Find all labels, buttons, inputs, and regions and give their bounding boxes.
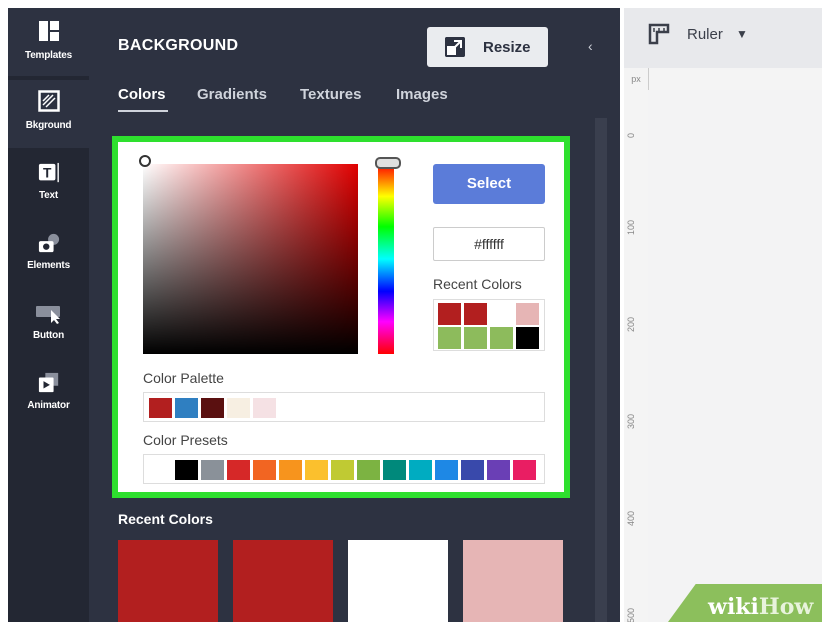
rail-item-text[interactable]: T Text xyxy=(8,154,89,222)
hex-color-input[interactable] xyxy=(433,227,545,261)
collapse-panel-icon[interactable]: ‹ xyxy=(588,38,593,54)
color-presets-row xyxy=(143,454,545,484)
preset-swatch[interactable] xyxy=(487,460,510,480)
select-button[interactable]: Select xyxy=(433,164,545,204)
ruler-tick-label: 400 xyxy=(626,510,636,526)
recent-color-swatch[interactable] xyxy=(490,303,513,325)
recent-color-swatch[interactable] xyxy=(438,303,461,325)
color-palette-row xyxy=(143,392,545,422)
background-panel: BACKGROUND Resize ‹ Colors Gradients Tex… xyxy=(89,8,620,622)
preset-swatch[interactable] xyxy=(331,460,354,480)
rail-label-text: Text xyxy=(38,190,59,201)
panel-scrollbar[interactable] xyxy=(595,118,607,622)
recent-color-large-swatch[interactable] xyxy=(118,540,218,622)
templates-icon xyxy=(39,21,59,41)
recent-color-large-swatch[interactable] xyxy=(348,540,448,622)
ruler-tick-label: 300 xyxy=(626,413,636,429)
preset-swatch[interactable] xyxy=(201,460,224,480)
hue-slider[interactable] xyxy=(378,164,394,354)
recent-colors-grid xyxy=(433,299,545,351)
tab-colors[interactable]: Colors xyxy=(118,86,166,103)
elements-icon xyxy=(38,233,60,253)
tab-images[interactable]: Images xyxy=(396,86,448,103)
canvas-workarea[interactable] xyxy=(648,90,822,622)
tab-textures[interactable]: Textures xyxy=(300,86,361,103)
vertical-ruler: 0 100 200 300 400 500 xyxy=(624,68,649,622)
saturation-value-square[interactable] xyxy=(143,164,358,354)
ruler-tick-label: 100 xyxy=(626,219,636,235)
recent-color-swatch[interactable] xyxy=(516,327,539,349)
wikihow-watermark: wikiHow xyxy=(708,594,814,620)
rail-item-button[interactable]: Button xyxy=(8,294,89,362)
preset-swatch[interactable] xyxy=(253,460,276,480)
rail-item-animator[interactable]: Animator xyxy=(8,364,89,432)
panel-title: BACKGROUND xyxy=(118,37,239,54)
button-icon xyxy=(36,306,60,324)
preset-swatch[interactable] xyxy=(175,460,198,480)
resize-label: Resize xyxy=(483,39,531,56)
ruler-icon xyxy=(648,23,670,45)
palette-swatch[interactable] xyxy=(227,398,250,418)
recent-color-large-swatch[interactable] xyxy=(463,540,563,622)
rail-label-background: Bkground xyxy=(25,120,72,131)
recent-colors-label: Recent Colors xyxy=(433,276,522,292)
horizontal-ruler xyxy=(648,68,822,91)
hue-slider-handle[interactable] xyxy=(375,157,401,169)
preset-swatch[interactable] xyxy=(305,460,328,480)
background-icon xyxy=(38,90,60,112)
rail-label-templates: Templates xyxy=(25,50,72,61)
color-palette-label: Color Palette xyxy=(143,370,224,386)
animator-icon xyxy=(38,372,59,393)
canvas-toolbar: Ruler ▼ xyxy=(624,8,822,58)
preset-swatch[interactable] xyxy=(435,460,458,480)
recent-color-large-swatch[interactable] xyxy=(233,540,333,622)
left-rail: Templates Bkground T Text Elements Butto… xyxy=(8,8,89,622)
preset-swatch[interactable] xyxy=(357,460,380,480)
rail-item-templates[interactable]: Templates xyxy=(8,8,89,76)
palette-swatch[interactable] xyxy=(175,398,198,418)
preset-swatch[interactable] xyxy=(409,460,432,480)
recent-color-swatch[interactable] xyxy=(516,303,539,325)
resize-button[interactable]: Resize xyxy=(427,27,548,67)
recent-color-swatch[interactable] xyxy=(490,327,513,349)
preset-swatch[interactable] xyxy=(461,460,484,480)
text-icon: T xyxy=(38,162,59,183)
ruler-tick-label: 200 xyxy=(626,316,636,332)
rail-label-elements: Elements xyxy=(27,260,70,271)
color-presets-label: Color Presets xyxy=(143,432,228,448)
recent-color-swatch[interactable] xyxy=(464,303,487,325)
ruler-unit: px xyxy=(624,68,648,90)
rail-item-background[interactable]: Bkground xyxy=(8,80,89,148)
preset-swatch[interactable] xyxy=(149,460,172,480)
preset-swatch[interactable] xyxy=(383,460,406,480)
palette-swatch[interactable] xyxy=(201,398,224,418)
resize-icon xyxy=(445,37,465,57)
ruler-tick-label: 500 xyxy=(626,607,636,622)
rail-label-button: Button xyxy=(32,330,64,341)
preset-swatch[interactable] xyxy=(279,460,302,480)
chevron-down-icon[interactable]: ▼ xyxy=(736,27,748,41)
preset-swatch[interactable] xyxy=(513,460,536,480)
active-tab-indicator xyxy=(118,110,168,112)
recent-colors-section-label: Recent Colors xyxy=(118,511,213,527)
tab-gradients[interactable]: Gradients xyxy=(197,86,267,103)
palette-swatch[interactable] xyxy=(253,398,276,418)
palette-swatch[interactable] xyxy=(149,398,172,418)
app-window: Templates Bkground T Text Elements Butto… xyxy=(8,8,822,622)
preset-swatch[interactable] xyxy=(227,460,250,480)
recent-color-swatch[interactable] xyxy=(464,327,487,349)
color-picker-highlight: Select Recent Colors Color Palette Color… xyxy=(112,136,570,498)
ruler-dropdown-label[interactable]: Ruler xyxy=(687,26,723,43)
canvas-area: Ruler ▼ 0 100 200 300 400 500 px wikiHow xyxy=(624,8,822,622)
ruler-tick-label: 0 xyxy=(626,132,636,138)
recent-color-swatch[interactable] xyxy=(438,327,461,349)
color-picker-handle[interactable] xyxy=(139,155,151,167)
svg-text:T: T xyxy=(43,166,52,181)
rail-item-elements[interactable]: Elements xyxy=(8,224,89,292)
rail-label-animator: Animator xyxy=(27,400,70,411)
